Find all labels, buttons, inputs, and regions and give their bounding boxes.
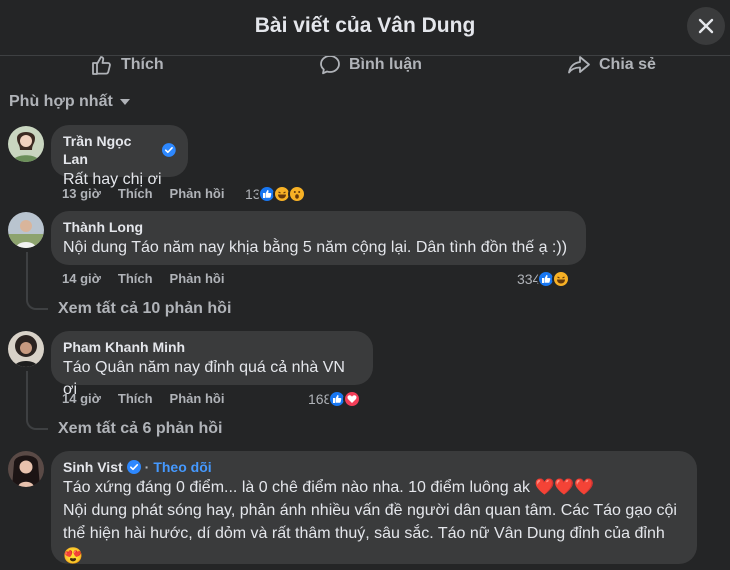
dialog-title: Bài viết của Vân Dung	[254, 14, 476, 37]
comment-bubble: Pham Khanh Minh Táo Quân năm nay đỉnh qu…	[51, 331, 373, 398]
dialog-header: Bài viết của Vân Dung	[0, 0, 730, 56]
comment-bubble: Trần Ngọc Lan Rất hay chị ơi	[51, 125, 188, 188]
comment-reply-button[interactable]: Phản hồi	[170, 271, 225, 286]
verified-badge-icon	[162, 143, 176, 157]
post-action-bar: Thích Bình luận Chia sẻ	[0, 56, 730, 80]
heart-eyes-emoji: 😍	[63, 548, 83, 565]
avatar[interactable]	[8, 126, 44, 162]
reaction-summary[interactable]: 334	[517, 270, 571, 288]
comment-like-button[interactable]: Thích	[118, 186, 153, 201]
view-replies-link[interactable]: Xem tất cả 6 phản hồi	[58, 420, 222, 438]
reply-thread-line	[26, 371, 28, 417]
comment-reply-button[interactable]: Phản hồi	[170, 391, 225, 406]
comment-meta: 14 giờ Thích Phản hồi	[62, 391, 241, 406]
comment-text: Nội dung Táo năm nay khịa bằng 5 năm cộn…	[63, 239, 568, 256]
comment-reply-button[interactable]: Phản hồi	[170, 186, 225, 201]
avatar[interactable]	[8, 212, 44, 248]
comment-meta: 14 giờ Thích Phản hồi	[62, 271, 241, 286]
comment-text-line: Nội dung phát sóng hay, phản ánh nhiều v…	[63, 502, 677, 519]
thumbs-up-icon	[92, 56, 111, 75]
share-action-button[interactable]: Chia sẻ	[567, 56, 656, 76]
share-action-label: Chia sẻ	[599, 56, 656, 73]
comment-time[interactable]: 14 giờ	[62, 271, 101, 286]
avatar[interactable]	[8, 451, 44, 487]
comment-bubble: Sinh Vist · Theo dõi Táo xứng đáng 0 điể…	[51, 451, 697, 565]
comment-time[interactable]: 13 giờ	[62, 186, 101, 201]
separator-dot: ·	[144, 459, 150, 475]
comment-like-button[interactable]: Thích	[118, 391, 153, 406]
wow-reaction-icon	[287, 185, 306, 203]
comment-like-button[interactable]: Thích	[118, 271, 153, 286]
verified-badge-icon	[126, 460, 141, 474]
caret-down-icon	[119, 99, 130, 105]
like-action-button[interactable]: Thích	[91, 56, 164, 76]
comment-bubble: Thành Long Nội dung Táo năm nay khịa bằn…	[51, 211, 586, 265]
comment-author[interactable]: Thành Long	[63, 218, 143, 236]
comment-sort-dropdown[interactable]: Phù hợp nhất	[9, 93, 131, 111]
reply-thread-connector	[26, 292, 48, 310]
like-action-label: Thích	[121, 56, 164, 73]
close-button[interactable]	[687, 7, 725, 45]
reaction-summary[interactable]: 13	[245, 185, 306, 203]
sort-label: Phù hợp nhất	[9, 93, 113, 110]
love-reaction-icon	[343, 390, 362, 408]
share-icon	[568, 56, 590, 74]
comment-author[interactable]: Pham Khanh Minh	[63, 338, 185, 356]
comment-icon	[320, 56, 340, 75]
reaction-summary[interactable]: 168	[308, 390, 362, 408]
reply-thread-line	[26, 252, 28, 297]
comment-text-line: Táo xứng đáng 0 điểm... là 0 chê điểm nà…	[63, 479, 595, 496]
follow-button[interactable]: Theo dõi	[153, 458, 211, 476]
comment-text-line: thể hiện hài hước, dí dỏm và rất thâm th…	[63, 525, 665, 542]
comment-meta: 13 giờ Thích Phản hồi	[62, 186, 241, 201]
scrollbar[interactable]	[724, 56, 728, 570]
comment-author[interactable]: Sinh Vist	[63, 458, 123, 476]
avatar[interactable]	[8, 331, 44, 367]
close-icon	[698, 18, 714, 34]
comment-time[interactable]: 14 giờ	[62, 391, 101, 406]
comment-action-button[interactable]: Bình luận	[319, 56, 422, 76]
comment-author[interactable]: Trần Ngọc Lan	[63, 132, 158, 168]
reply-thread-connector	[26, 412, 48, 430]
view-replies-link[interactable]: Xem tất cả 10 phản hồi	[58, 300, 231, 318]
haha-reaction-icon	[552, 270, 571, 288]
comment-action-label: Bình luận	[349, 56, 422, 73]
